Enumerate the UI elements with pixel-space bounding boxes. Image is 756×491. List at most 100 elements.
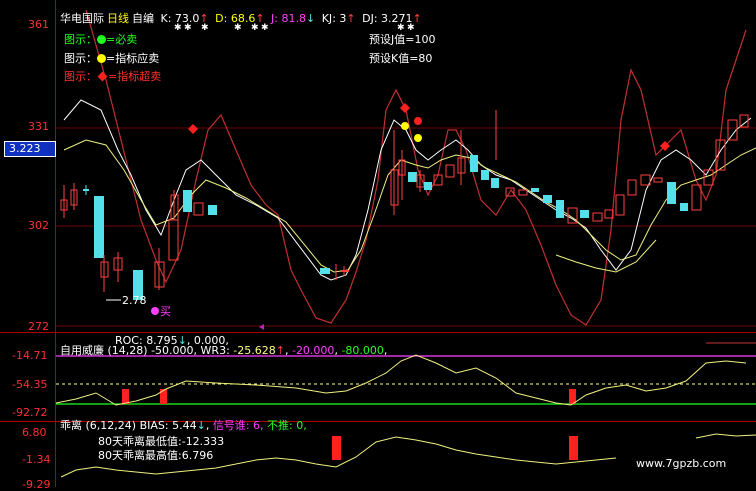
candle [518, 189, 528, 196]
bias-y-label-2: -1.34 [22, 453, 51, 466]
d-line [63, 139, 756, 273]
bias-dir: ↓ [196, 419, 206, 432]
preset-j: 预设J值=100 [369, 33, 436, 46]
candle [691, 184, 702, 211]
candles [60, 110, 749, 300]
bias-low-value: -12.333 [181, 435, 225, 448]
legend-prefix: 图示： [64, 33, 97, 46]
main-header: 华电国际 日线 自编 K: 73.0↑ D: 68.6↑ J: 81.8↓ KJ: … [60, 12, 425, 25]
buy-label: 买 [160, 305, 171, 318]
wr-y-label-3: -92.72 [12, 406, 48, 419]
y-label-302: 302 [28, 219, 49, 232]
green-dot-icon [97, 35, 106, 44]
current-price-label: 3.223 [9, 142, 41, 155]
candle [481, 170, 489, 180]
bias-header: 乖离 (6,12,24) BIAS: 5.44↓, 信号谁: 6, 不推: 0, [60, 419, 307, 432]
candle [531, 188, 539, 192]
legend-oversold: 图示： =指标超卖 [64, 70, 161, 83]
bias-signal-bar [332, 436, 341, 460]
yellow-dot-marker [414, 134, 422, 142]
candle [208, 205, 217, 215]
signal-value: 6 [253, 419, 261, 432]
wr-level2: -80.000 [341, 344, 384, 357]
yellow-dot-icon [97, 54, 106, 63]
candle [94, 196, 104, 258]
ind-j: J: 81.8↓ [271, 12, 316, 25]
williams-params: (14,28) [107, 344, 148, 357]
low-price-marker: 2.78 [122, 294, 147, 307]
candle [653, 177, 663, 183]
candle [470, 155, 478, 172]
candle [543, 195, 552, 203]
candle [667, 182, 676, 204]
ind-kj: KJ: 3↑ [321, 12, 356, 25]
wr3-dir: ↑ [275, 344, 285, 357]
bias-y-label-1: 6.80 [22, 426, 47, 439]
yellow-dot-marker [401, 122, 409, 130]
candle [580, 210, 589, 218]
wr-line [56, 354, 747, 406]
wr-level1: -20.000 [291, 344, 335, 357]
candle [320, 268, 330, 274]
bias-low-text: 80天乖离最低值 [98, 435, 178, 448]
wr-signal-bar [122, 389, 129, 404]
watermark: www.7gpzb.com [636, 457, 727, 470]
bias-high-value: 6.796 [181, 449, 214, 462]
ind-d: D: 68.6↑ [215, 12, 265, 25]
legend-text: =必卖 [106, 33, 138, 46]
bias-label: BIAS [139, 419, 165, 432]
period-label: 日线 [107, 12, 129, 25]
candle [640, 174, 651, 186]
candle [341, 270, 349, 272]
candle [615, 194, 625, 216]
signal-label: 信号谁 [212, 419, 246, 432]
y-label-361: 361 [28, 18, 49, 31]
bias-title: 乖离 [60, 419, 82, 432]
red-diamond-icon [97, 71, 108, 82]
bias-params: (6,12,24) [85, 419, 137, 432]
candle [445, 164, 455, 178]
y-label-331: 331 [28, 120, 49, 133]
candle [408, 172, 417, 182]
candle [680, 203, 688, 211]
ind-k: K: 73.0↑ [160, 12, 209, 25]
candle [83, 189, 89, 191]
legend-prefix: 图示： [64, 70, 97, 83]
indicator-name: 自编 [132, 12, 154, 25]
wr-y-label-1: -14.71 [12, 349, 48, 362]
no-push-label: 不推 [267, 419, 290, 432]
bias-signal-bar [569, 436, 578, 460]
red-diamond-marker [188, 124, 198, 134]
bias-high-readout: 80天乖离最高值:6.796 [98, 449, 214, 462]
legend-prefix: 图示： [64, 52, 97, 65]
main-chart: ✱ ✱ ✱ ✱ ✱ ✱ ✱ ✱ [56, 9, 756, 330]
bias-value: 5.44 [172, 419, 197, 432]
bias-y-label-3: -9.29 [22, 478, 51, 491]
candle [424, 182, 432, 190]
candle [703, 169, 714, 186]
buy-dot-marker [151, 307, 159, 315]
bias-low-readout: 80天乖离最低值:-12.333 [98, 435, 225, 448]
wr3-value: -25.628 [233, 344, 276, 357]
legend-sell: 图示： =必卖 [64, 33, 137, 46]
candle [556, 200, 564, 218]
wr-signal-bar [160, 389, 167, 404]
candle [491, 178, 499, 188]
legend-should-sell: 图示： =指标应卖 [64, 52, 159, 65]
candle [183, 190, 192, 212]
williams-title: 自用威廉 [60, 344, 104, 357]
legend-text: =指标超卖 [108, 70, 162, 83]
bias-high-text: 80天乖离最高值 [98, 449, 178, 462]
candle [193, 202, 204, 216]
wr3-label: WR3 [200, 344, 227, 357]
red-dot-marker [414, 117, 422, 125]
bias-line-2 [695, 433, 756, 439]
y-label-272: 272 [28, 320, 49, 333]
candle [592, 212, 603, 222]
scroll-marker [259, 324, 264, 330]
wr-value: -50.000 [151, 344, 194, 357]
stock-title: 华电国际 [60, 12, 104, 25]
wr-y-label-2: -54.35 [12, 378, 48, 391]
red-diamond-marker [400, 103, 410, 113]
wr-signal-bar [569, 389, 576, 404]
